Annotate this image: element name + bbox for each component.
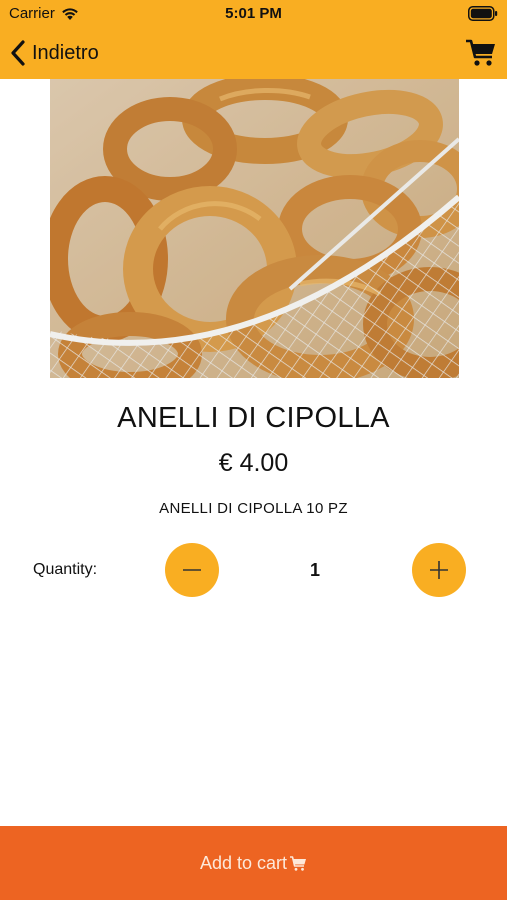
status-bar: Carrier 5:01 PM (0, 0, 507, 28)
product-image (50, 79, 459, 378)
product-description: ANELLI DI CIPOLLA 10 PZ (159, 500, 348, 517)
quantity-value: 1 (309, 560, 320, 580)
cart-icon (290, 856, 307, 871)
quantity-label: Quantity: (33, 561, 98, 578)
add-to-cart-label: Add to cart (199, 852, 288, 873)
chevron-left-icon (11, 40, 25, 66)
battery-icon (468, 6, 498, 21)
shopping-cart-icon[interactable] (465, 36, 497, 68)
product-price: € 4.00 (218, 449, 289, 477)
increase-quantity-button[interactable] (412, 543, 466, 597)
minus-icon (183, 569, 201, 571)
nav-bar: Indietro (0, 28, 507, 79)
back-button[interactable]: Indietro (10, 37, 99, 69)
plus-icon (430, 561, 448, 579)
status-time: 5:01 PM (225, 5, 282, 22)
decrease-quantity-button[interactable] (165, 543, 219, 597)
product-photo (50, 79, 459, 378)
product-title: ANELLI DI CIPOLLA (117, 402, 390, 434)
add-to-cart-button[interactable]: Add to cart (0, 826, 507, 900)
back-label: Indietro (32, 41, 99, 64)
top-bar: Carrier 5:01 PM Indietro (0, 0, 507, 79)
